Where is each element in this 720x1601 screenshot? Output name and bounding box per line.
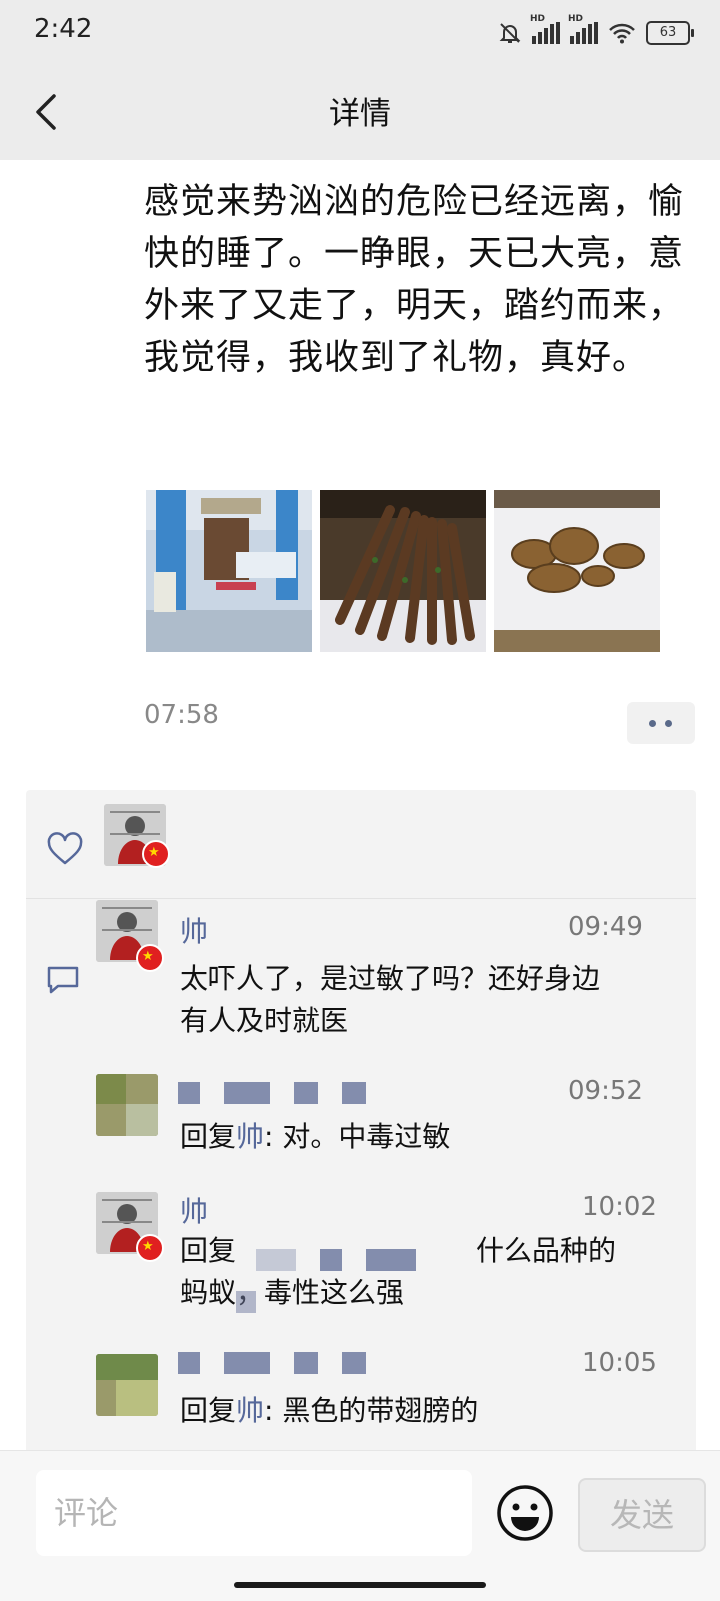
- post-text: 感觉来势汹汹的危险已经远离，愉快的睡了。一睁眼，天已大亮，意外来了又走了，明天，…: [144, 182, 685, 378]
- signal-icon: HD: [568, 14, 598, 44]
- heart-icon: [47, 832, 83, 865]
- comment-line: 太吓人了，是过敏了吗？还好身边: [180, 962, 601, 995]
- wifi-icon: [609, 23, 635, 44]
- blurred-name: [178, 1082, 390, 1104]
- signal-icon: HD: [530, 14, 560, 44]
- more-actions-button[interactable]: [627, 702, 695, 744]
- commenter-avatar[interactable]: [96, 1074, 158, 1136]
- comment-time: 09:49: [568, 912, 643, 942]
- reply-prefix: 回复: [180, 1394, 237, 1427]
- status-icons: HD HD 63: [498, 14, 694, 48]
- comment-time: 10:02: [582, 1192, 657, 1222]
- commenter-name[interactable]: 帅: [180, 1190, 208, 1230]
- reply-prefix: 回复: [180, 1120, 237, 1153]
- reply-to-name[interactable]: 帅: [236, 1394, 264, 1427]
- comment-time: 09:52: [568, 1076, 643, 1106]
- skewers-photo[interactable]: [320, 490, 486, 652]
- send-button[interactable]: 发送: [578, 1478, 706, 1552]
- flag-badge-icon: [142, 840, 170, 868]
- comment-text[interactable]: 太吓人了，是过敏了吗？还好身边 有人及时就医: [180, 958, 660, 1042]
- commenter-name[interactable]: 帅: [180, 910, 208, 950]
- photo-grid: [146, 490, 660, 652]
- mute-bell-icon: [499, 23, 521, 43]
- title-bar: 详情: [0, 64, 720, 160]
- comment-line: 有人及时就医: [180, 1004, 349, 1037]
- comment-icon: [47, 966, 79, 994]
- blurred-name: [236, 1241, 476, 1313]
- page-title: 详情: [329, 96, 391, 132]
- comment-text[interactable]: 回复帅: 黑色的带翅膀的: [180, 1390, 478, 1432]
- reply-text: : 黑色的带翅膀的: [264, 1394, 479, 1427]
- comment-input[interactable]: 评论: [36, 1470, 472, 1556]
- battery-icon: 63: [646, 21, 694, 45]
- status-bar: 2:42 HD HD 63: [0, 0, 720, 64]
- comment-text[interactable]: 回复 什么品种的 蚂蚁，毒性这么强: [180, 1230, 650, 1314]
- post-time: 07:58: [144, 700, 219, 730]
- emoji-icon[interactable]: [496, 1484, 554, 1542]
- blurred-name: [178, 1352, 390, 1374]
- comment-time: 10:05: [582, 1348, 657, 1378]
- flag-badge-icon: [136, 944, 164, 972]
- commenter-avatar[interactable]: [96, 1354, 158, 1416]
- home-indicator[interactable]: [234, 1582, 486, 1588]
- comment-text[interactable]: 回复帅: 对。中毒过敏: [180, 1116, 450, 1158]
- comment-line: 回复 什么品种的: [180, 1230, 650, 1313]
- fried-rolls-photo[interactable]: [494, 490, 660, 652]
- hospital-ward-photo[interactable]: [146, 490, 312, 652]
- reply-to-name[interactable]: 帅: [236, 1120, 264, 1153]
- status-time: 2:42: [34, 14, 93, 44]
- reply-text: : 对。中毒过敏: [264, 1120, 451, 1153]
- flag-badge-icon: [136, 1234, 164, 1262]
